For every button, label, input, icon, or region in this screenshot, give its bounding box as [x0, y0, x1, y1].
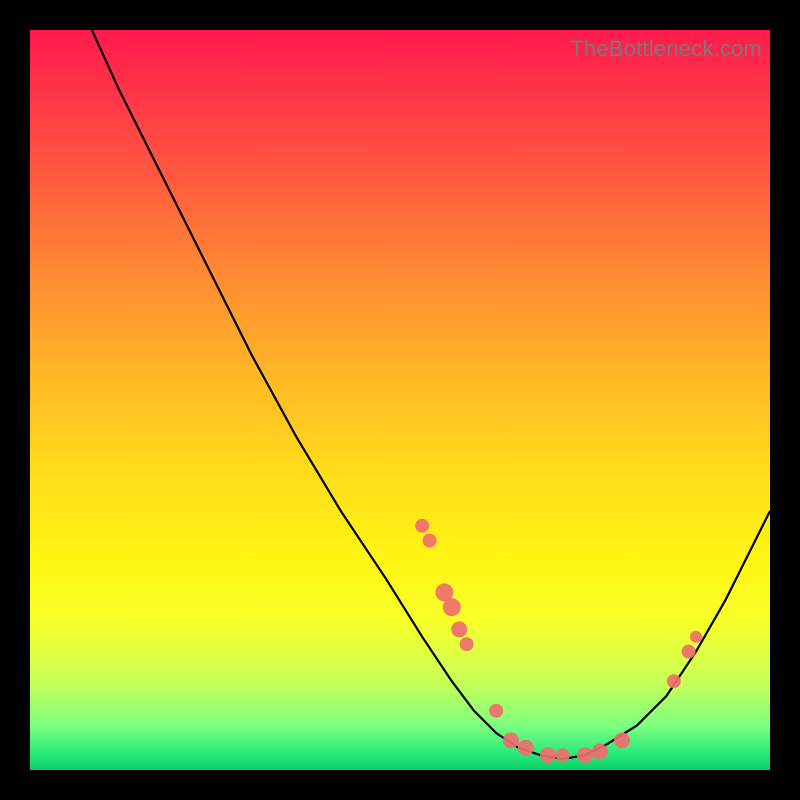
marker-dot — [489, 704, 503, 718]
marker-dot — [423, 534, 437, 548]
marker-dot — [690, 631, 702, 643]
marker-dot — [503, 732, 519, 748]
bottleneck-curve — [82, 30, 770, 759]
marker-group — [415, 519, 702, 763]
marker-dot — [460, 637, 474, 651]
chart-svg — [30, 30, 770, 770]
marker-dot — [443, 598, 461, 616]
marker-dot — [451, 621, 467, 637]
marker-dot — [540, 747, 556, 763]
marker-dot — [614, 732, 630, 748]
marker-dot — [518, 740, 534, 756]
marker-dot — [577, 747, 593, 763]
marker-dot — [415, 519, 429, 533]
marker-dot — [592, 744, 608, 760]
marker-dot — [682, 645, 696, 659]
watermark-text: TheBottleneck.com — [570, 36, 762, 62]
marker-dot — [667, 674, 681, 688]
chart-frame: TheBottleneck.com — [30, 30, 770, 770]
marker-dot — [556, 748, 570, 762]
